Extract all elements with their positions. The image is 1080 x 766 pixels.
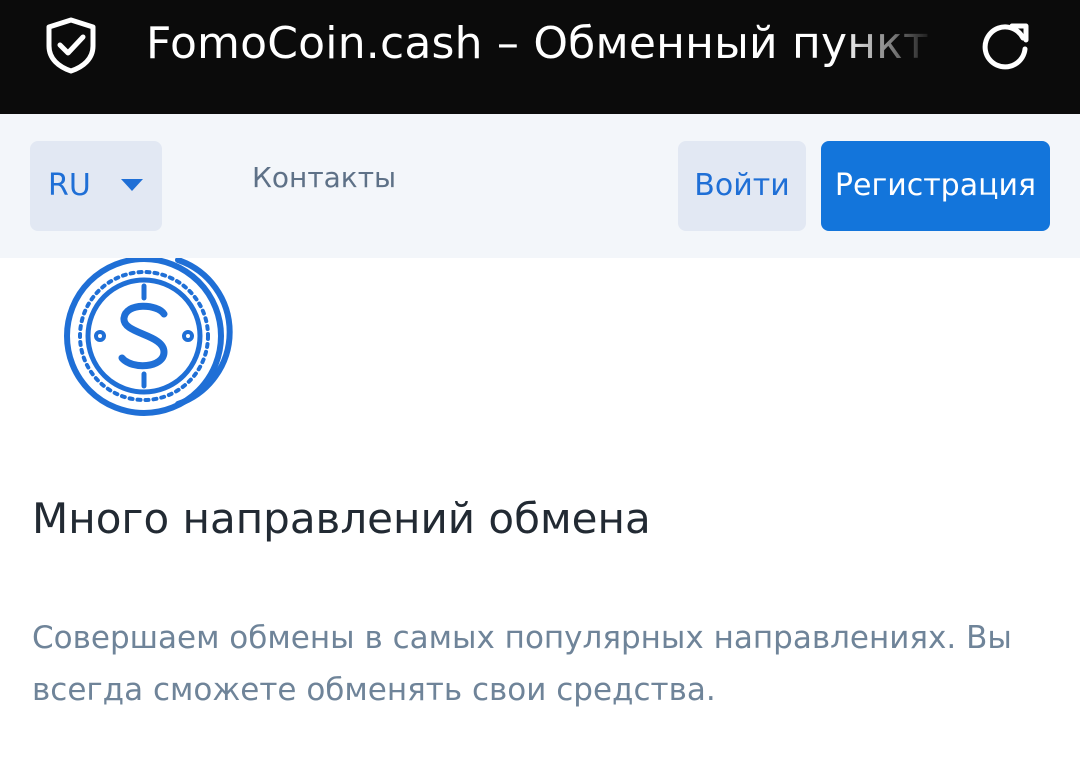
site-navbar: RU Контакты Войти Регистрация (0, 114, 1080, 258)
feature-description: Совершаем обмены в самых популярных напр… (32, 620, 1012, 708)
caret-down-icon (121, 179, 143, 191)
language-label: RU (48, 168, 91, 203)
page-title-container[interactable]: FomoCoin.cash – Обменный пункт электронн… (146, 14, 936, 78)
page-title: FomoCoin.cash – Обменный пункт электронн… (146, 18, 936, 69)
browser-top-bar: FomoCoin.cash – Обменный пункт электронн… (0, 0, 1080, 114)
contacts-link[interactable]: Контакты (252, 160, 396, 196)
language-selector[interactable]: RU (30, 141, 162, 231)
feature-title: Много направлений обмена (32, 494, 651, 543)
register-button[interactable]: Регистрация (821, 141, 1050, 231)
reload-icon[interactable] (976, 16, 1034, 74)
dollar-coin-icon (64, 258, 233, 416)
shield-check-icon[interactable] (44, 16, 98, 74)
login-button[interactable]: Войти (678, 141, 806, 231)
